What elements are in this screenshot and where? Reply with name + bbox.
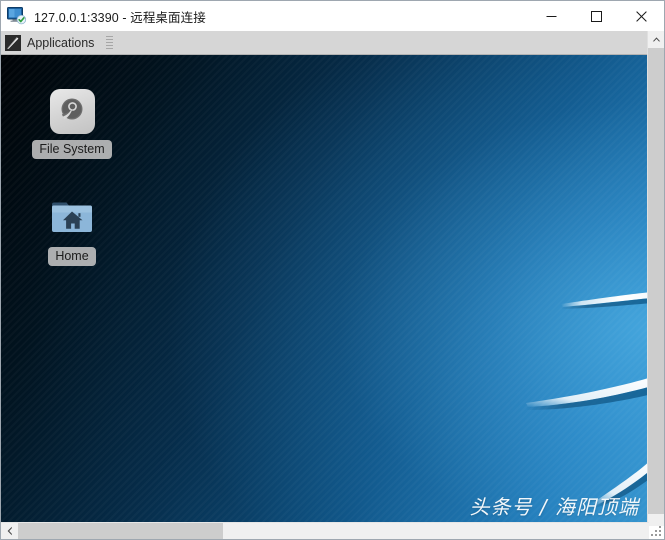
- close-button[interactable]: [619, 1, 664, 31]
- scroll-left-button[interactable]: [1, 523, 18, 539]
- vertical-scrollbar[interactable]: [647, 31, 664, 526]
- remote-desktop-canvas[interactable]: File System Home 头条号 / 海阳顶端: [1, 55, 649, 526]
- panel-drag-handle-icon[interactable]: [106, 31, 114, 55]
- xfce-applications-icon: [5, 34, 21, 51]
- vertical-scrollbar-thumb[interactable]: [648, 48, 664, 514]
- window-controls: [529, 1, 664, 31]
- desktop-icon-label: File System: [32, 140, 112, 160]
- close-icon: [636, 10, 647, 22]
- minimize-button[interactable]: [529, 1, 574, 31]
- resize-grip-icon[interactable]: [649, 524, 663, 538]
- remote-desktop-icon: [7, 7, 27, 25]
- maximize-button[interactable]: [574, 1, 619, 31]
- horizontal-scrollbar-thumb[interactable]: [18, 523, 223, 539]
- applications-menu-label: Applications: [27, 35, 95, 50]
- chevron-up-icon: [652, 37, 661, 42]
- title-bar: 127.0.0.1:3390 - 远程桌面连接: [1, 1, 664, 31]
- xfce-panel: Applications: [1, 31, 649, 55]
- hard-drive-icon: [48, 87, 96, 135]
- desktop-icon-file-system[interactable]: File System: [29, 87, 115, 160]
- minimize-icon: [546, 15, 557, 17]
- desktop-icon-home[interactable]: Home: [29, 194, 115, 267]
- window-title: 127.0.0.1:3390 - 远程桌面连接: [34, 10, 206, 25]
- watermark-text: 头条号 / 海阳顶端: [469, 495, 639, 519]
- horizontal-scrollbar[interactable]: [1, 522, 649, 539]
- home-folder-icon: [48, 194, 96, 242]
- chevron-left-icon: [7, 526, 12, 536]
- maximize-icon: [591, 10, 602, 22]
- applications-menu-button[interactable]: Applications: [1, 31, 99, 55]
- scroll-up-button[interactable]: [648, 31, 664, 48]
- desktop-icon-label: Home: [48, 247, 96, 267]
- remote-desktop-window: 127.0.0.1:3390 - 远程桌面连接 Applications Fil…: [0, 0, 665, 540]
